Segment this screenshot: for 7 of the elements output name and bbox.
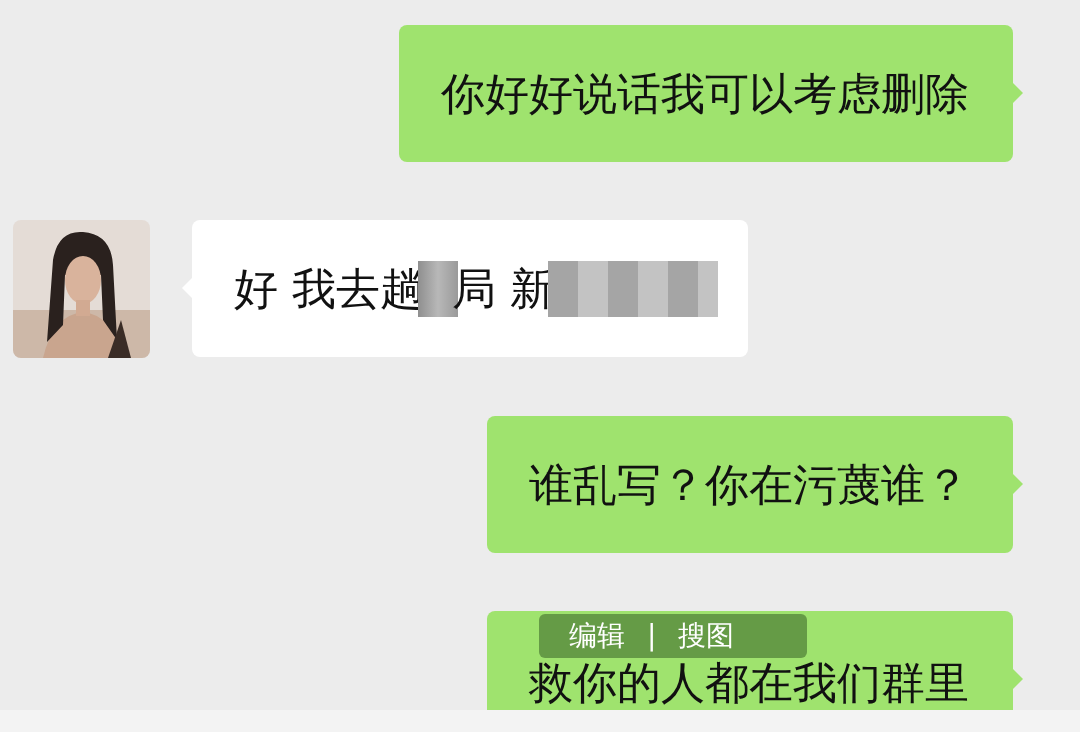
toolbar-item[interactable]: 搜图 [678, 622, 735, 650]
message-text: 局 新 [452, 266, 554, 311]
message-text: 谁乱写？你在污蔑谁？ [529, 462, 969, 507]
toolbar-item[interactable]: 编辑 [569, 622, 625, 650]
toolbar-item[interactable]: | [647, 622, 657, 650]
message-text: 救你的人都在我们群里 [529, 661, 969, 705]
message-text: 你好好说话我可以考虑删除 [441, 71, 969, 116]
